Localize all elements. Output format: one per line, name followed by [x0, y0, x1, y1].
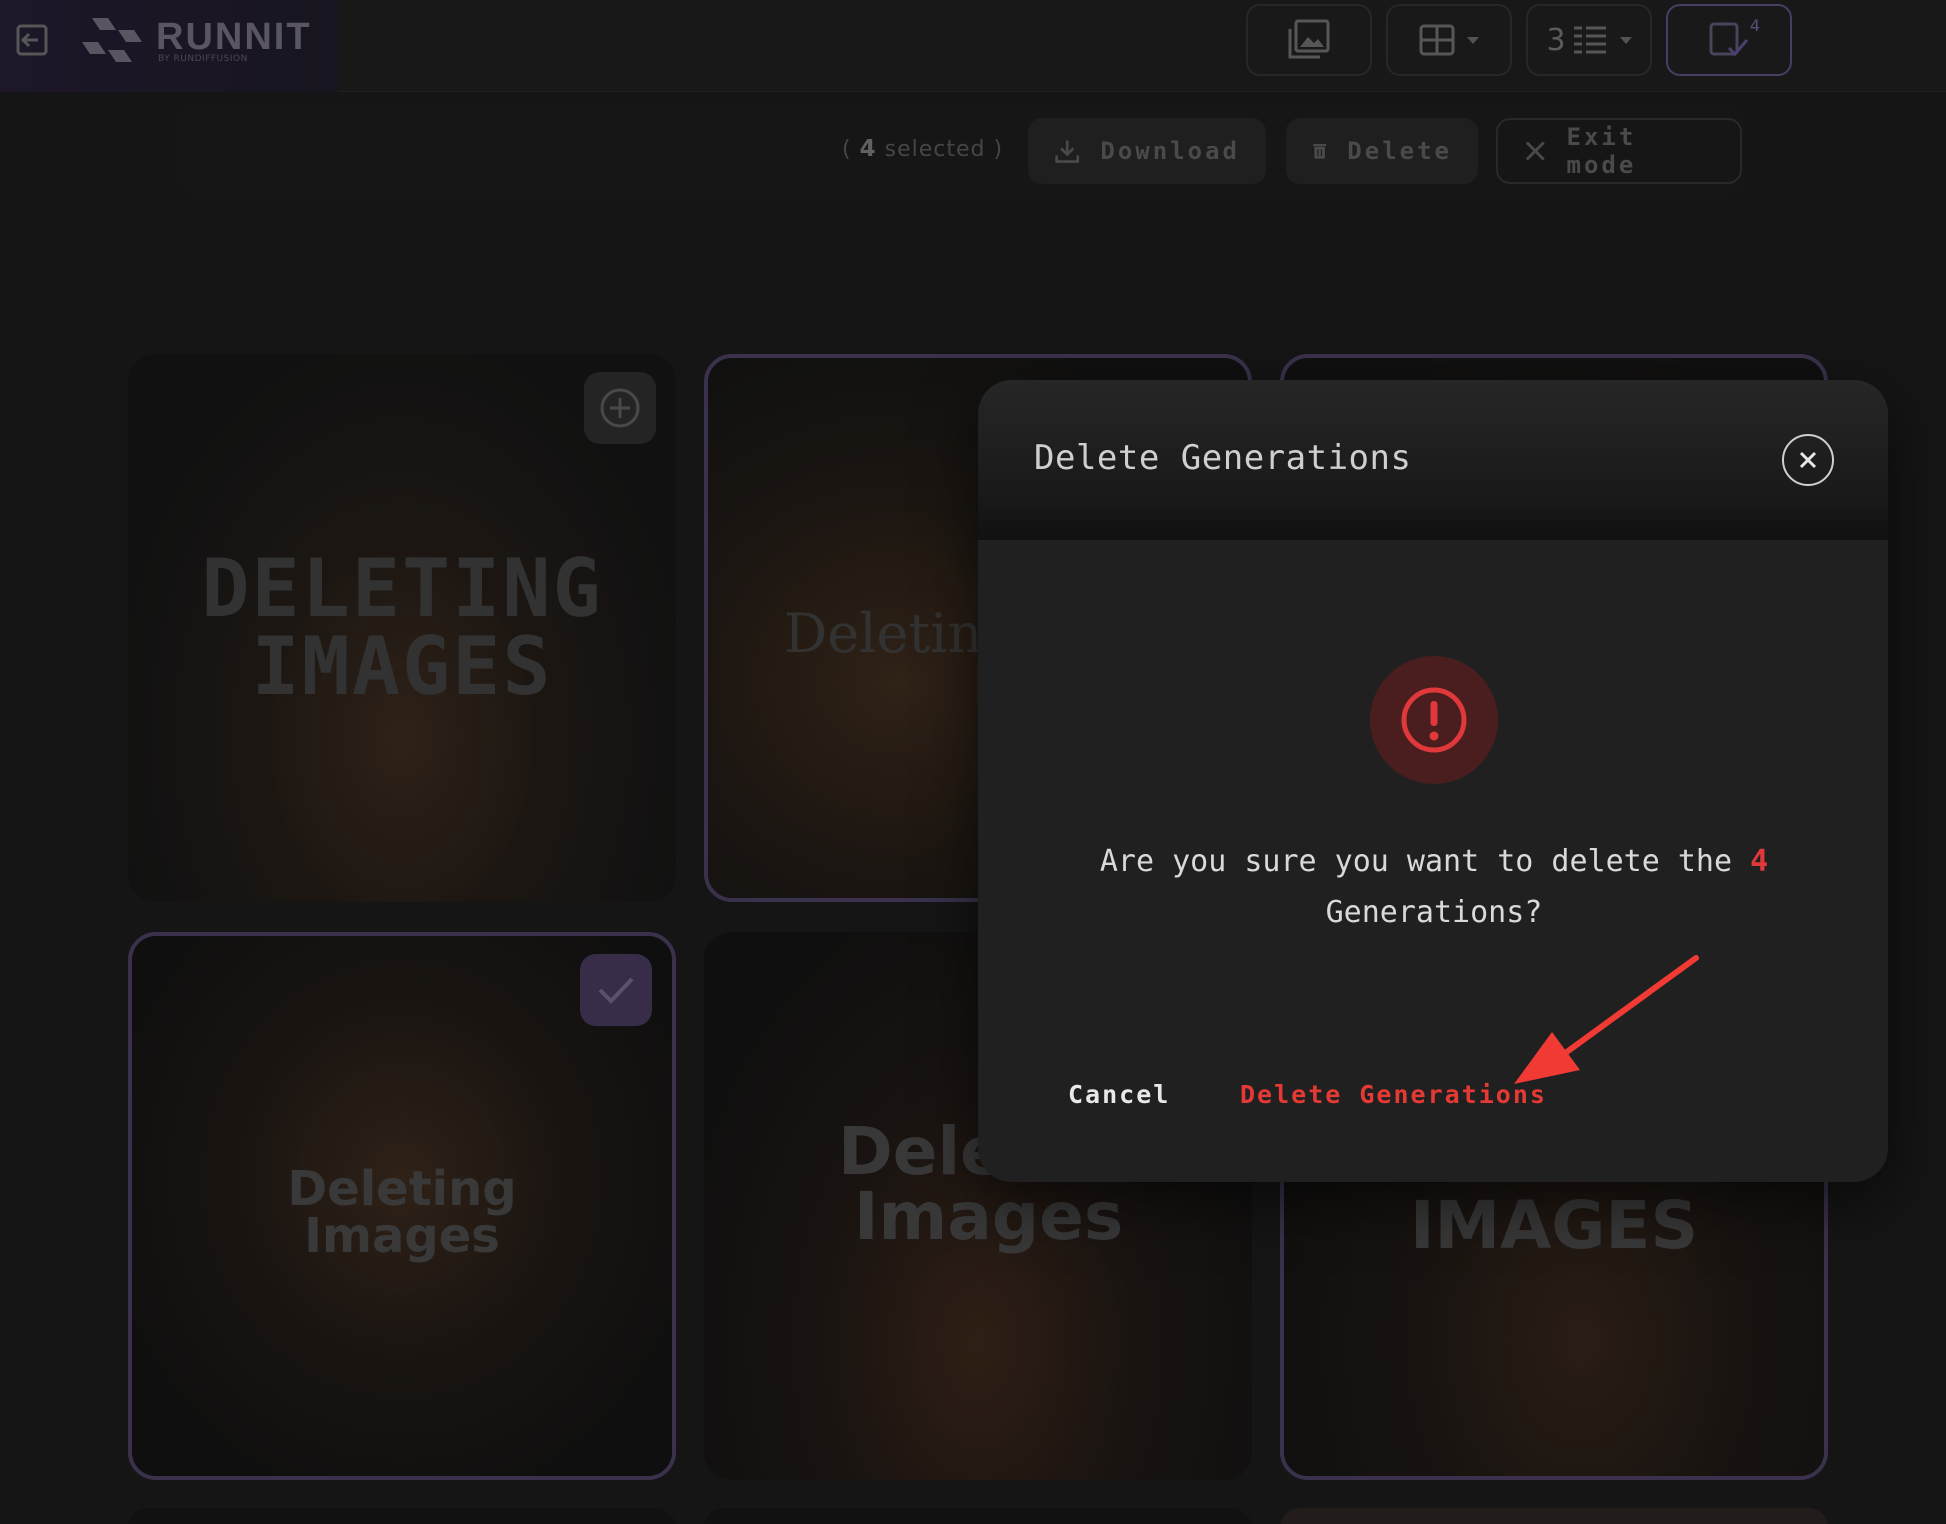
page: RUNNIT BY RUNDIFFUSION 3 4 (4 selected … — [0, 0, 1946, 1524]
delete-count: 4 — [1750, 844, 1769, 879]
cancel-button[interactable]: Cancel — [1068, 1080, 1170, 1109]
alert-circle-icon — [1401, 687, 1467, 753]
dialog-title: Delete Generations — [1034, 438, 1412, 478]
delete-generations-dialog: Delete Generations Are you sure you want… — [978, 380, 1888, 1182]
dialog-message: Are you sure you want to delete the 4 Ge… — [1099, 844, 1769, 930]
close-icon — [1799, 451, 1817, 469]
dialog-close-button[interactable] — [1782, 434, 1834, 486]
dialog-header: Delete Generations — [978, 380, 1888, 540]
annotation-arrow-icon — [1514, 955, 1699, 1084]
warning-badge — [1370, 656, 1498, 784]
